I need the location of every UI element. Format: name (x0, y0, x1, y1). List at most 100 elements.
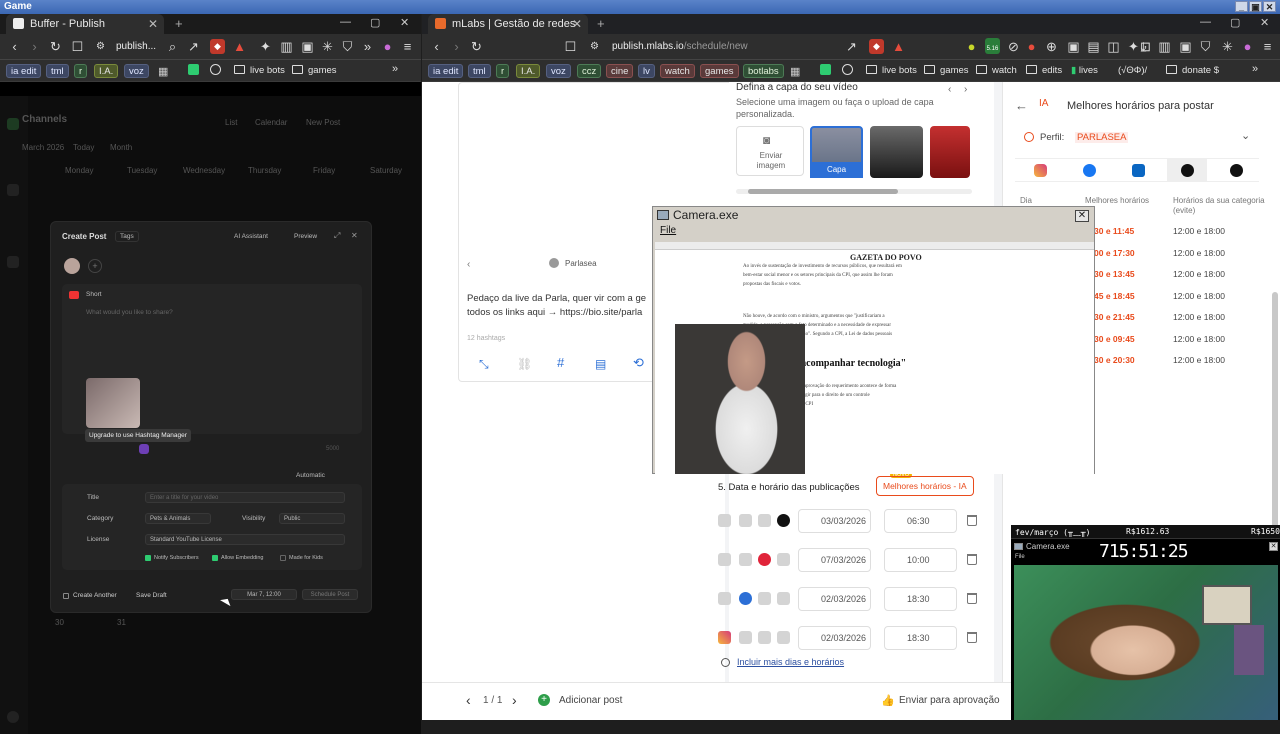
page-scrollbar[interactable] (1272, 292, 1278, 532)
linkedin-tab-icon[interactable] (1132, 164, 1145, 177)
menu-icon[interactable]: ≡ (1260, 39, 1275, 54)
bookmark-ia[interactable]: I.A. (94, 64, 119, 78)
reload-icon[interactable]: ↻ (469, 39, 484, 54)
ext-icon[interactable]: ◫ (1106, 39, 1121, 54)
shield-icon[interactable]: ⛉ (340, 39, 355, 54)
facebook-icon[interactable] (758, 631, 771, 644)
brave-rewards-icon[interactable]: ▲ (232, 39, 247, 54)
reload-icon[interactable]: ↻ (48, 39, 63, 54)
bookmark-folder-games[interactable]: games (920, 64, 973, 78)
bookmark-folder-games[interactable]: games (288, 64, 341, 78)
tiktok-icon[interactable] (777, 553, 790, 566)
add-channel-button[interactable]: + (88, 259, 102, 273)
channel-icon[interactable] (7, 256, 19, 268)
tab-mlabs[interactable]: mLabs | Gestão de redes sociais ✕ (428, 14, 588, 50)
calendar-view-button[interactable]: Calendar (255, 118, 287, 127)
license-select[interactable]: Standard YouTube License (145, 534, 345, 545)
tab-close-icon[interactable]: ✕ (148, 14, 158, 34)
bookmark-watch[interactable]: watch (660, 64, 695, 78)
sidebar-icon[interactable]: ▥ (1157, 39, 1172, 54)
trash-icon[interactable] (967, 593, 977, 604)
bookmark-ccz[interactable]: ccz (577, 64, 602, 78)
repeat-icon[interactable]: ⟲ (633, 355, 644, 371)
share-icon[interactable]: ↗ (844, 39, 859, 54)
time-input[interactable]: 18:30 (884, 626, 957, 650)
forward-icon[interactable]: › (27, 39, 42, 54)
tiktok-icon[interactable] (777, 631, 790, 644)
bookmark-games[interactable]: games (700, 64, 739, 78)
new-tab-button[interactable]: + (175, 16, 183, 31)
back-icon[interactable]: ‹ (429, 39, 444, 54)
bookmark-folder-edits[interactable]: edits (1022, 64, 1066, 78)
channel-icon[interactable] (7, 118, 19, 130)
globe-icon[interactable] (842, 64, 853, 75)
new-post-button[interactable]: New Post (306, 118, 340, 127)
os-close-button[interactable]: ✕ (1263, 1, 1276, 12)
green-app-icon[interactable] (820, 64, 831, 75)
extensions-icon[interactable]: ✦ (258, 39, 273, 54)
zoom-icon[interactable]: ⌕ (165, 39, 180, 54)
ai-icon[interactable]: ● (1240, 39, 1255, 54)
ext-icon[interactable]: ● (1024, 39, 1039, 54)
minimize-button[interactable]: — (1200, 16, 1211, 28)
instagram-tab-icon[interactable] (1034, 164, 1047, 177)
site-settings-icon[interactable]: ⚙ (587, 39, 602, 54)
trash-icon[interactable] (967, 554, 977, 565)
time-input[interactable]: 06:30 (884, 509, 957, 533)
wallet-icon[interactable]: ▣ (300, 39, 315, 54)
trash-icon[interactable] (967, 515, 977, 526)
channel-icon[interactable] (7, 184, 19, 196)
automatic-select[interactable]: Automatic (296, 472, 325, 479)
chevron-down-icon[interactable]: ⌄ (1241, 129, 1250, 142)
green-app-icon[interactable] (188, 64, 199, 75)
site-settings-icon[interactable]: ⚙ (93, 39, 108, 54)
more-ext-icon[interactable]: » (360, 39, 375, 54)
back-icon[interactable]: ‹ (7, 39, 22, 54)
instagram-icon[interactable] (718, 514, 731, 527)
instagram-icon[interactable] (718, 631, 731, 644)
hashtag-icon[interactable]: # (557, 355, 564, 370)
bookmark-botlabs[interactable]: botlabs (743, 64, 784, 78)
ai-icon[interactable]: ● (380, 39, 395, 54)
page-next-icon[interactable]: › (512, 692, 517, 708)
os-minimize-button[interactable]: _ (1235, 1, 1248, 12)
more-bookmarks-icon[interactable]: » (392, 63, 398, 75)
ext-icon[interactable]: ▣ (1066, 39, 1081, 54)
bookmark-r[interactable]: r (74, 64, 88, 78)
brave-rewards-icon[interactable]: ▲ (891, 39, 906, 54)
tiktok-icon[interactable] (777, 514, 790, 527)
add-post-icon[interactable]: + (538, 694, 550, 706)
time-input[interactable]: 10:00 (884, 548, 957, 572)
composer-area[interactable]: Short What would you like to share? (62, 284, 362, 434)
tab-buffer[interactable]: Buffer - Publish ✕ (6, 14, 164, 34)
maximize-button[interactable]: ▢ (370, 16, 380, 29)
brave-shield-icon[interactable]: ◆ (869, 39, 884, 54)
download-icon[interactable]: ⤓ (1136, 39, 1151, 54)
instagram-icon[interactable] (718, 592, 731, 605)
sidebar-icon[interactable]: ▥ (279, 39, 294, 54)
ext-icon[interactable]: ⊘ (1006, 39, 1021, 54)
share-icon[interactable]: ↗ (186, 39, 201, 54)
link-icon[interactable]: ⛓ (517, 357, 532, 371)
preview-button[interactable]: Preview (294, 233, 317, 240)
bookmark-lives[interactable]: ▮ lives (1067, 64, 1102, 78)
view-select[interactable]: Month (110, 143, 132, 152)
cover-prev-icon[interactable]: ‹ (948, 84, 951, 95)
url-text[interactable]: publish... (116, 41, 156, 52)
bookmark-ia[interactable]: I.A. (516, 64, 541, 78)
add-post-button[interactable]: Adicionar post (559, 695, 622, 706)
youtube-icon[interactable] (739, 553, 752, 566)
user-avatar[interactable] (7, 711, 19, 723)
hashtag-icon[interactable] (139, 444, 149, 454)
ext-icon[interactable]: ⊕ (1044, 39, 1059, 54)
cover-scrollbar[interactable] (736, 189, 972, 194)
date-input[interactable]: 07/03/2026 (798, 548, 871, 572)
bookmark-cine[interactable]: cine (606, 64, 634, 78)
cover-next-icon[interactable]: › (964, 84, 967, 95)
expand-icon[interactable]: ⤢ (334, 231, 340, 241)
carousel-prev-icon[interactable]: ‹ (467, 259, 470, 270)
trash-icon[interactable] (967, 632, 977, 643)
kids-checkbox[interactable] (280, 555, 286, 561)
bookmark-icon[interactable]: ☐ (70, 39, 85, 54)
tab-close-icon[interactable]: ✕ (572, 14, 582, 34)
